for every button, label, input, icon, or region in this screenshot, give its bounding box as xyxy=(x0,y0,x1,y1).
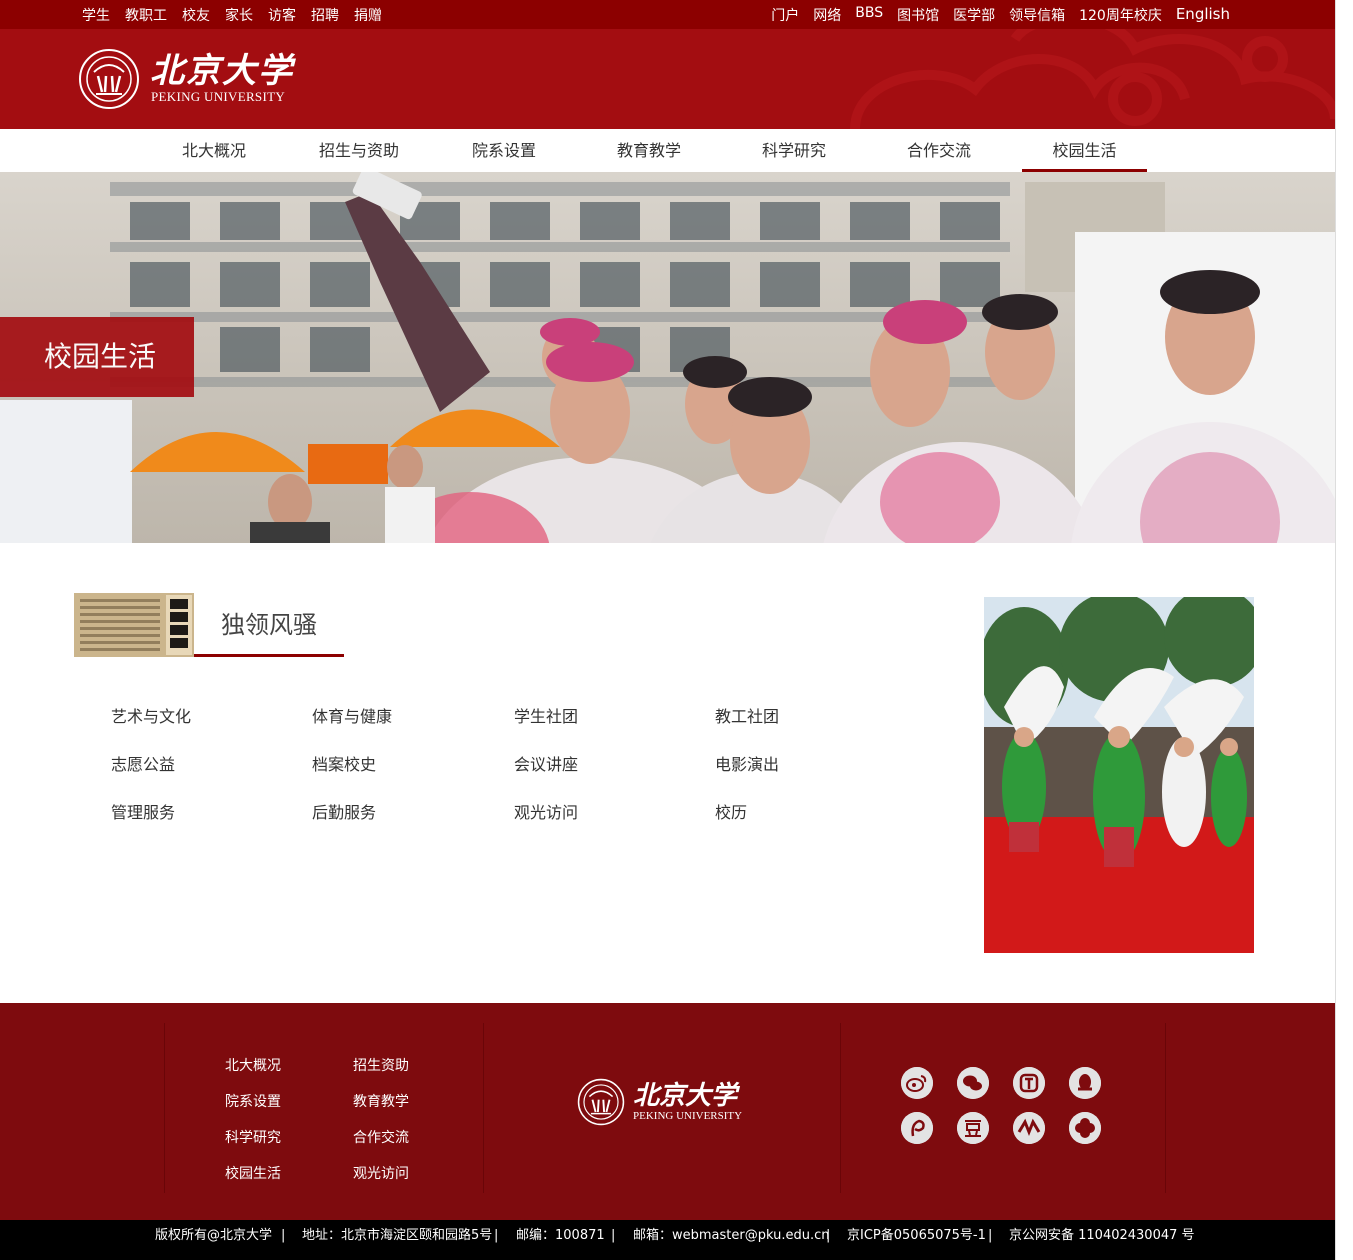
footer-logo-en: PEKING UNIVERSITY xyxy=(633,1110,743,1122)
tencent-weibo-icon[interactable] xyxy=(1013,1067,1045,1099)
nav-item-education[interactable]: 教育教学 xyxy=(605,129,693,172)
link-logistics[interactable]: 后勤服务 xyxy=(312,799,376,823)
footer-link-cooperation[interactable]: 合作交流 xyxy=(353,1127,409,1147)
link-staff[interactable]: 教职工 xyxy=(125,5,167,25)
separator: | xyxy=(494,1228,499,1243)
youku-icon[interactable] xyxy=(1013,1112,1045,1144)
separator: | xyxy=(826,1228,831,1243)
newspaper-thumbnail xyxy=(74,593,194,657)
footer-link-overview[interactable]: 北大概况 xyxy=(225,1055,281,1075)
copyright-text: 版权所有@北京大学 xyxy=(155,1228,273,1243)
site-logo[interactable]: 北京大学 PEKING UNIVERSITY xyxy=(78,48,294,110)
utility-links: 门户 网络 BBS 图书馆 医学部 领导信箱 120周年校庆 English xyxy=(757,5,1230,25)
link-student-clubs[interactable]: 学生社团 xyxy=(514,703,578,727)
audience-links: 学生 教职工 校友 家长 访客 招聘 捐赠 xyxy=(82,5,397,25)
link-parents[interactable]: 家长 xyxy=(225,5,253,25)
pku-seal-icon xyxy=(79,49,139,109)
logo-cn: 北京大学 xyxy=(150,51,294,91)
footer-divider xyxy=(1165,1023,1166,1193)
link-arts-culture[interactable]: 艺术与文化 xyxy=(111,703,191,727)
footer-logo[interactable]: 北京大学 PEKING UNIVERSITY xyxy=(577,1078,742,1126)
link-admin-services[interactable]: 管理服务 xyxy=(111,799,175,823)
police-record-text[interactable]: 京公网安备 110402430047 号 xyxy=(1009,1220,1195,1251)
link-portal[interactable]: 门户 xyxy=(771,5,799,25)
link-sports-health[interactable]: 体育与健康 xyxy=(312,703,392,727)
link-students[interactable]: 学生 xyxy=(82,5,110,25)
weibo-icon[interactable] xyxy=(901,1067,933,1099)
footer-link-admissions[interactable]: 招生资助 xyxy=(353,1055,409,1075)
nav-item-campus-life[interactable]: 校园生活 xyxy=(1022,129,1147,172)
link-calendar[interactable]: 校历 xyxy=(715,799,747,823)
link-alumni[interactable]: 校友 xyxy=(182,5,210,25)
footer-link-education[interactable]: 教育教学 xyxy=(353,1091,409,1111)
email-text[interactable]: 邮箱：webmaster@pku.edu.cn xyxy=(633,1220,830,1251)
footer-link-sightseeing[interactable]: 观光访问 xyxy=(353,1163,409,1183)
link-medical[interactable]: 医学部 xyxy=(953,5,995,25)
link-anniversary[interactable]: 120周年校庆 xyxy=(1079,5,1162,25)
footer-divider xyxy=(483,1023,484,1193)
nav-item-overview[interactable]: 北大概况 xyxy=(170,129,258,172)
footer-logo-text: 北京大学 PEKING UNIVERSITY xyxy=(633,1082,742,1122)
douban-icon[interactable] xyxy=(957,1112,989,1144)
separator: | xyxy=(611,1228,616,1243)
banner-photo xyxy=(0,172,1335,543)
top-bar: 学生 教职工 校友 家长 访客 招聘 捐赠 门户 网络 BBS 图书馆 医学部 … xyxy=(0,0,1335,29)
link-jobs[interactable]: 招聘 xyxy=(311,5,339,25)
renren-icon[interactable] xyxy=(901,1112,933,1144)
address-text: 地址：北京市海淀区颐和园路5号 xyxy=(302,1228,493,1243)
cloud-pattern xyxy=(850,29,1335,129)
link-bbs[interactable]: BBS xyxy=(855,5,883,25)
footer-link-research[interactable]: 科学研究 xyxy=(225,1127,281,1147)
footer: 北大概况 院系设置 科学研究 校园生活 招生资助 教育教学 合作交流 观光访问 … xyxy=(0,1003,1335,1220)
link-donate[interactable]: 捐赠 xyxy=(354,5,382,25)
nav-item-cooperation[interactable]: 合作交流 xyxy=(895,129,983,172)
scrollbar[interactable] xyxy=(1335,0,1353,1260)
section-title: 独领风骚 xyxy=(194,607,344,657)
hero-banner: 校园生活 xyxy=(0,172,1335,543)
postcode-text: 邮编：100871 xyxy=(516,1228,605,1243)
separator: | xyxy=(281,1228,286,1243)
dance-photo xyxy=(984,597,1254,953)
link-library[interactable]: 图书馆 xyxy=(897,5,939,25)
link-conferences[interactable]: 会议讲座 xyxy=(514,751,578,775)
header: 北京大学 PEKING UNIVERSITY xyxy=(0,29,1335,129)
nav-item-research[interactable]: 科学研究 xyxy=(750,129,838,172)
qq-icon[interactable] xyxy=(1069,1067,1101,1099)
link-films-performances[interactable]: 电影演出 xyxy=(715,751,779,775)
logo-en: PEKING UNIVERSITY xyxy=(151,89,286,104)
page: 学生 教职工 校友 家长 访客 招聘 捐赠 门户 网络 BBS 图书馆 医学部 … xyxy=(0,0,1353,1260)
link-network[interactable]: 网络 xyxy=(813,5,841,25)
wechat-icon[interactable] xyxy=(957,1067,989,1099)
footer-divider xyxy=(840,1023,841,1193)
link-sightseeing[interactable]: 观光访问 xyxy=(514,799,578,823)
link-english[interactable]: English xyxy=(1176,5,1230,25)
clover-icon[interactable] xyxy=(1069,1112,1101,1144)
footer-divider xyxy=(164,1023,165,1193)
link-volunteering[interactable]: 志愿公益 xyxy=(111,751,175,775)
logo-text: 北京大学 PEKING UNIVERSITY xyxy=(140,53,294,105)
link-archives-history[interactable]: 档案校史 xyxy=(312,751,376,775)
copyright-bar: 版权所有@北京大学 | 地址：北京市海淀区颐和园路5号 | 邮编：100871 … xyxy=(0,1220,1335,1260)
link-leader-mailbox[interactable]: 领导信箱 xyxy=(1009,5,1065,25)
footer-logo-cn: 北京大学 xyxy=(633,1081,738,1111)
banner-label: 校园生活 xyxy=(0,317,194,397)
nav-item-admissions[interactable]: 招生与资助 xyxy=(308,129,410,172)
nav-item-departments[interactable]: 院系设置 xyxy=(460,129,548,172)
main-nav: 北大概况 招生与资助 院系设置 教育教学 科学研究 合作交流 校园生活 xyxy=(0,129,1335,172)
pku-seal-icon xyxy=(577,1078,625,1126)
footer-link-campus-life[interactable]: 校园生活 xyxy=(225,1163,281,1183)
link-visitors[interactable]: 访客 xyxy=(268,5,296,25)
footer-link-departments[interactable]: 院系设置 xyxy=(225,1091,281,1111)
separator: | xyxy=(988,1228,993,1243)
link-staff-clubs[interactable]: 教工社团 xyxy=(715,703,779,727)
icp-text[interactable]: 京ICP备05065075号-1 xyxy=(847,1220,986,1251)
